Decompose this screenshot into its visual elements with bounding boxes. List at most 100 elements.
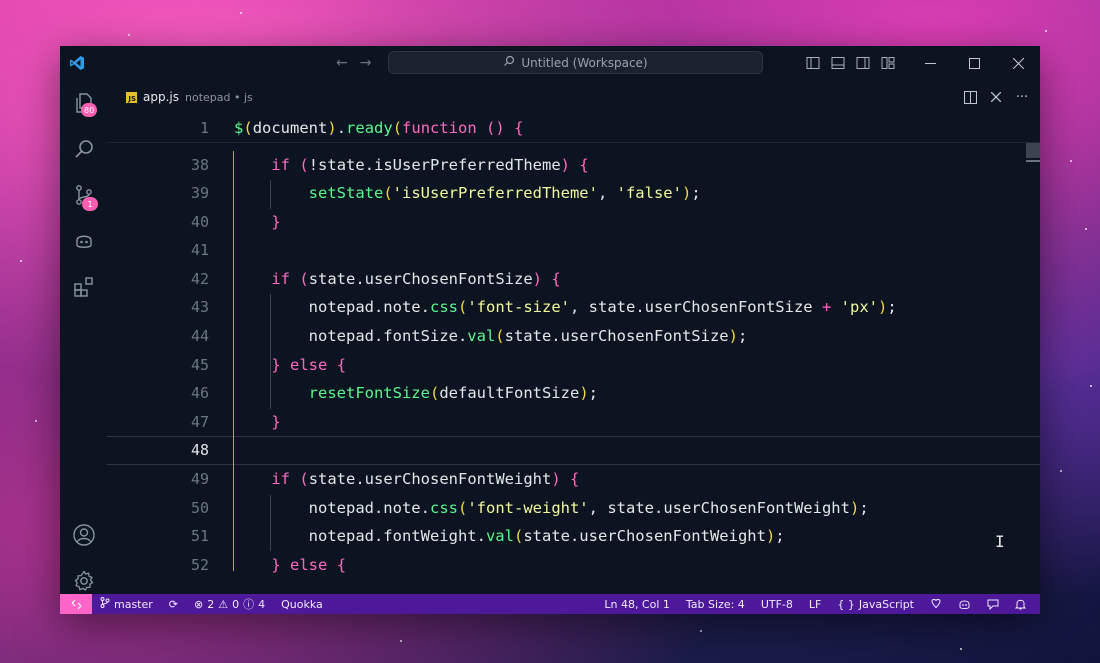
scrollbar-cursor-marker (1026, 160, 1040, 162)
line-number: 44 (190, 327, 209, 346)
tab-description: notepad • js (185, 90, 253, 104)
arrow-left-icon[interactable]: ← (336, 55, 348, 71)
tab-bar: JS app.js notepad • js ··· (107, 80, 1040, 114)
split-editor-icon[interactable] (960, 87, 980, 107)
code-line-44[interactable]: 44 notepad.fontSize.val(state.userChosen… (107, 322, 1040, 351)
encoding-indicator[interactable]: UTF-8 (753, 594, 801, 614)
code-text: if (state.userChosenFontSize) { (271, 270, 561, 289)
code-text: notepad.note.css('font-weight', state.us… (308, 499, 869, 518)
code-text: notepad.fontWeight.val(state.userChosenF… (308, 527, 785, 546)
mouse-ibeam-cursor-icon: I (995, 532, 1005, 551)
line-number: 43 (190, 298, 209, 317)
copilot-icon[interactable] (60, 218, 107, 264)
arrow-right-icon[interactable]: → (360, 55, 372, 71)
problems-indicator[interactable]: ⊗ 2 ⚠ 0 ⓘ 4 (186, 594, 273, 614)
code-line-40[interactable]: 40 } (107, 208, 1040, 237)
line-number: 47 (190, 413, 209, 432)
code-text: notepad.note.css('font-size', state.user… (308, 298, 897, 317)
maximize-icon[interactable] (952, 46, 996, 80)
sticky-scroll-line[interactable]: 1 $(document).ready(function () { (107, 114, 1040, 143)
status-bar: master ⟳ ⊗ 2 ⚠ 0 ⓘ 4 Quokka Ln 48, Col 1… (60, 594, 1040, 614)
info-count: 4 (258, 597, 266, 611)
activity-bar: 80 1 (60, 80, 107, 594)
code-text: setState('isUserPreferredTheme', 'false'… (308, 184, 701, 203)
language-mode[interactable]: { } JavaScript (829, 594, 922, 614)
error-count: 2 (207, 597, 215, 611)
line-number: 39 (190, 184, 209, 203)
tab-label: app.js (143, 90, 179, 104)
code-text: if (state.userChosenFontWeight) { (271, 470, 580, 489)
line-number: 1 (199, 118, 209, 137)
line-number: 52 (190, 556, 209, 575)
sync-icon: ⟳ (168, 597, 179, 611)
code-line-50[interactable]: 50 notepad.note.css('font-weight', state… (107, 494, 1040, 523)
code-text: resetFontSize(defaultFontSize); (308, 384, 598, 403)
vscode-logo-icon[interactable] (60, 46, 94, 80)
code-line-52[interactable]: 52 } else { (107, 551, 1040, 580)
code-line-42[interactable]: 42 if (state.userChosenFontSize) { (107, 265, 1040, 294)
code-text: } else { (271, 556, 347, 575)
line-number: 51 (190, 527, 209, 546)
code-line-41[interactable]: 41 (107, 236, 1040, 265)
search-icon (503, 55, 515, 70)
line-number: 50 (190, 499, 209, 518)
code-line-43[interactable]: 43 notepad.note.css('font-size', state.u… (107, 293, 1040, 322)
branch-indicator[interactable]: master (92, 594, 161, 614)
toggle-primary-sidebar-icon[interactable] (800, 46, 825, 80)
toggle-panel-icon[interactable] (825, 46, 850, 80)
vertical-scrollbar[interactable] (1026, 114, 1040, 594)
code-line-47[interactable]: 47 } (107, 408, 1040, 437)
tab-size-indicator[interactable]: Tab Size: 4 (678, 594, 753, 614)
line-number: 41 (190, 241, 209, 260)
code-line-39[interactable]: 39 setState('isUserPreferredTheme', 'fal… (107, 179, 1040, 208)
quokka-status[interactable]: Quokka (273, 594, 331, 614)
account-icon[interactable] (60, 512, 107, 558)
git-branch-icon (100, 597, 110, 611)
extensions-icon[interactable] (60, 264, 107, 310)
notifications-bell-icon[interactable] (1007, 594, 1034, 614)
toggle-secondary-sidebar-icon[interactable] (850, 46, 875, 80)
minimize-icon[interactable] (908, 46, 952, 80)
customize-layout-icon[interactable] (875, 46, 900, 80)
warning-count: 0 (232, 597, 240, 611)
close-tab-icon[interactable] (986, 87, 1006, 107)
code-editor[interactable]: 1 $(document).ready(function () { 37 38 (107, 114, 1040, 594)
code-text: if (!state.isUserPreferredTheme) { (271, 156, 589, 175)
code-line-38[interactable]: 38 if (!state.isUserPreferredTheme) { (107, 151, 1040, 180)
code-line-48-current[interactable]: 48 (107, 436, 1040, 465)
close-icon[interactable] (996, 46, 1040, 80)
code-line-49[interactable]: 49 if (state.userChosenFontWeight) { (107, 465, 1040, 494)
copilot-status-icon[interactable] (950, 594, 979, 614)
code-text: } (271, 413, 281, 432)
code-line-46[interactable]: 46 resetFontSize(defaultFontSize); (107, 379, 1040, 408)
command-center-search[interactable]: Untitled (Workspace) (388, 51, 763, 74)
code-line-51[interactable]: 51 notepad.fontWeight.val(state.userChos… (107, 522, 1040, 551)
error-icon: ⊗ (194, 597, 204, 611)
warning-icon: ⚠ (218, 597, 229, 611)
editor-group: JS app.js notepad • js ··· 1 $(document)… (107, 80, 1040, 594)
branch-name: master (114, 597, 153, 611)
live-share-icon[interactable] (979, 594, 1007, 614)
title-bar: ← → Untitled (Workspace) (60, 46, 1040, 80)
code-line: $(document).ready(function () { (234, 118, 524, 137)
search-icon[interactable] (60, 126, 107, 172)
cursor-position[interactable]: Ln 48, Col 1 (596, 594, 678, 614)
sync-button[interactable]: ⟳ (161, 594, 186, 614)
braces-icon: { } (837, 597, 855, 611)
tab-app-js[interactable]: JS app.js notepad • js (107, 80, 253, 114)
source-control-icon[interactable]: 1 (60, 172, 107, 218)
line-number: 42 (190, 270, 209, 289)
command-center-label: Untitled (Workspace) (521, 55, 648, 70)
source-control-badge: 1 (82, 197, 98, 211)
line-number: 46 (190, 384, 209, 403)
info-icon: ⓘ (243, 598, 255, 611)
more-actions-icon[interactable]: ··· (1012, 87, 1032, 107)
javascript-file-icon: JS (126, 91, 137, 103)
code-line-45[interactable]: 45 } else { (107, 351, 1040, 380)
files-icon[interactable]: 80 (60, 80, 107, 126)
code-text: notepad.fontSize.val(state.userChosenFon… (308, 327, 748, 346)
feedback-icon[interactable] (922, 594, 950, 614)
eol-indicator[interactable]: LF (801, 594, 829, 614)
remote-indicator-icon[interactable] (60, 594, 92, 614)
line-number: 38 (190, 156, 209, 175)
